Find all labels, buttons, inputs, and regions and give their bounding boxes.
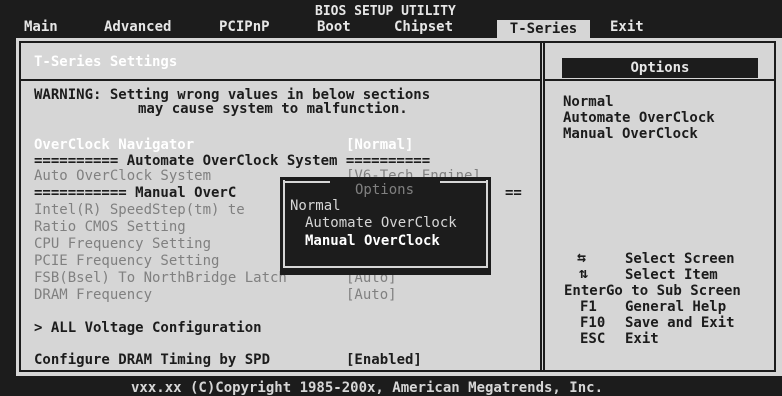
tab-exit[interactable]: Exit [610, 19, 644, 35]
automate-overclock-separator: ========== Automate OverClock System ===… [34, 153, 431, 169]
fsb-latch-label[interactable]: FSB(Bsel) To NorthBridge Latch [34, 270, 287, 286]
auto-overclock-system-label[interactable]: Auto OverClock System [34, 168, 211, 184]
help-key-f1: F1 [580, 299, 597, 315]
popup-border-top-right [440, 181, 487, 183]
section-title: T-Series Settings [34, 54, 178, 70]
manual-overclock-separator: =========== Manual OverC [34, 185, 237, 201]
help-option-manual: Manual OverClock [563, 126, 698, 142]
ratio-cmos-label[interactable]: Ratio CMOS Setting [34, 219, 186, 235]
help-go-to-sub-screen: Go to Sub Screen [606, 283, 741, 299]
dram-frequency-label[interactable]: DRAM Frequency [34, 287, 152, 303]
overclock-navigator-label[interactable]: OverClock Navigator [34, 137, 194, 153]
popup-option-normal[interactable]: Normal [290, 198, 341, 214]
help-option-automate: Automate OverClock [563, 110, 715, 126]
bios-title: BIOS SETUP UTILITY [315, 4, 456, 19]
pcie-frequency-label[interactable]: PCIE Frequency Setting [34, 253, 219, 269]
tab-chipset[interactable]: Chipset [394, 19, 453, 35]
popup-title: Options [355, 182, 415, 198]
help-key-f10: F10 [580, 315, 606, 331]
dram-timing-spd-label[interactable]: Configure DRAM Timing by SPD [34, 352, 270, 368]
help-select-item: Select Item [625, 267, 718, 283]
tab-main[interactable]: Main [24, 19, 58, 35]
cpu-frequency-label[interactable]: CPU Frequency Setting [34, 236, 211, 252]
help-key-enter: Enter [564, 283, 607, 299]
help-exit: Exit [625, 331, 659, 347]
help-select-screen: Select Screen [625, 251, 735, 267]
copyright-footer: vxx.xx (C)Copyright 1985-200x, American … [131, 380, 604, 396]
help-key-esc: ESC [580, 331, 606, 347]
help-option-normal: Normal [563, 94, 614, 110]
help-save-and-exit: Save and Exit [625, 315, 735, 331]
help-panel-header: Options [562, 58, 758, 78]
speedstep-label[interactable]: Intel(R) SpeedStep(tm) te [34, 202, 245, 218]
overclock-navigator-value[interactable]: [Normal] [346, 137, 413, 153]
dram-frequency-value[interactable]: [Auto] [346, 287, 397, 303]
tab-t-series[interactable]: T-Series [497, 20, 590, 38]
popup-option-manual[interactable]: Manual OverClock [305, 233, 440, 249]
voltage-configuration-link[interactable]: > ALL Voltage Configuration [34, 320, 262, 336]
popup-option-automate[interactable]: Automate OverClock [305, 215, 457, 231]
warning-line-2: may cause system to malfunction. [138, 101, 408, 117]
panel-divider-inner [543, 41, 545, 372]
help-general-help: General Help [625, 299, 727, 315]
tab-boot[interactable]: Boot [317, 19, 351, 35]
popup-border-bottom [284, 266, 487, 268]
up-down-arrows-icon: ⇅ [579, 264, 589, 282]
dram-timing-spd-value[interactable]: [Enabled] [346, 352, 422, 368]
popup-border-top-left [284, 181, 330, 183]
tab-advanced[interactable]: Advanced [104, 19, 171, 35]
section-divider [19, 79, 540, 81]
manual-overclock-separator-end: == [505, 185, 522, 201]
panel-divider [540, 41, 542, 372]
help-panel-divider [545, 79, 776, 81]
tab-pcipnp[interactable]: PCIPnP [219, 19, 270, 35]
